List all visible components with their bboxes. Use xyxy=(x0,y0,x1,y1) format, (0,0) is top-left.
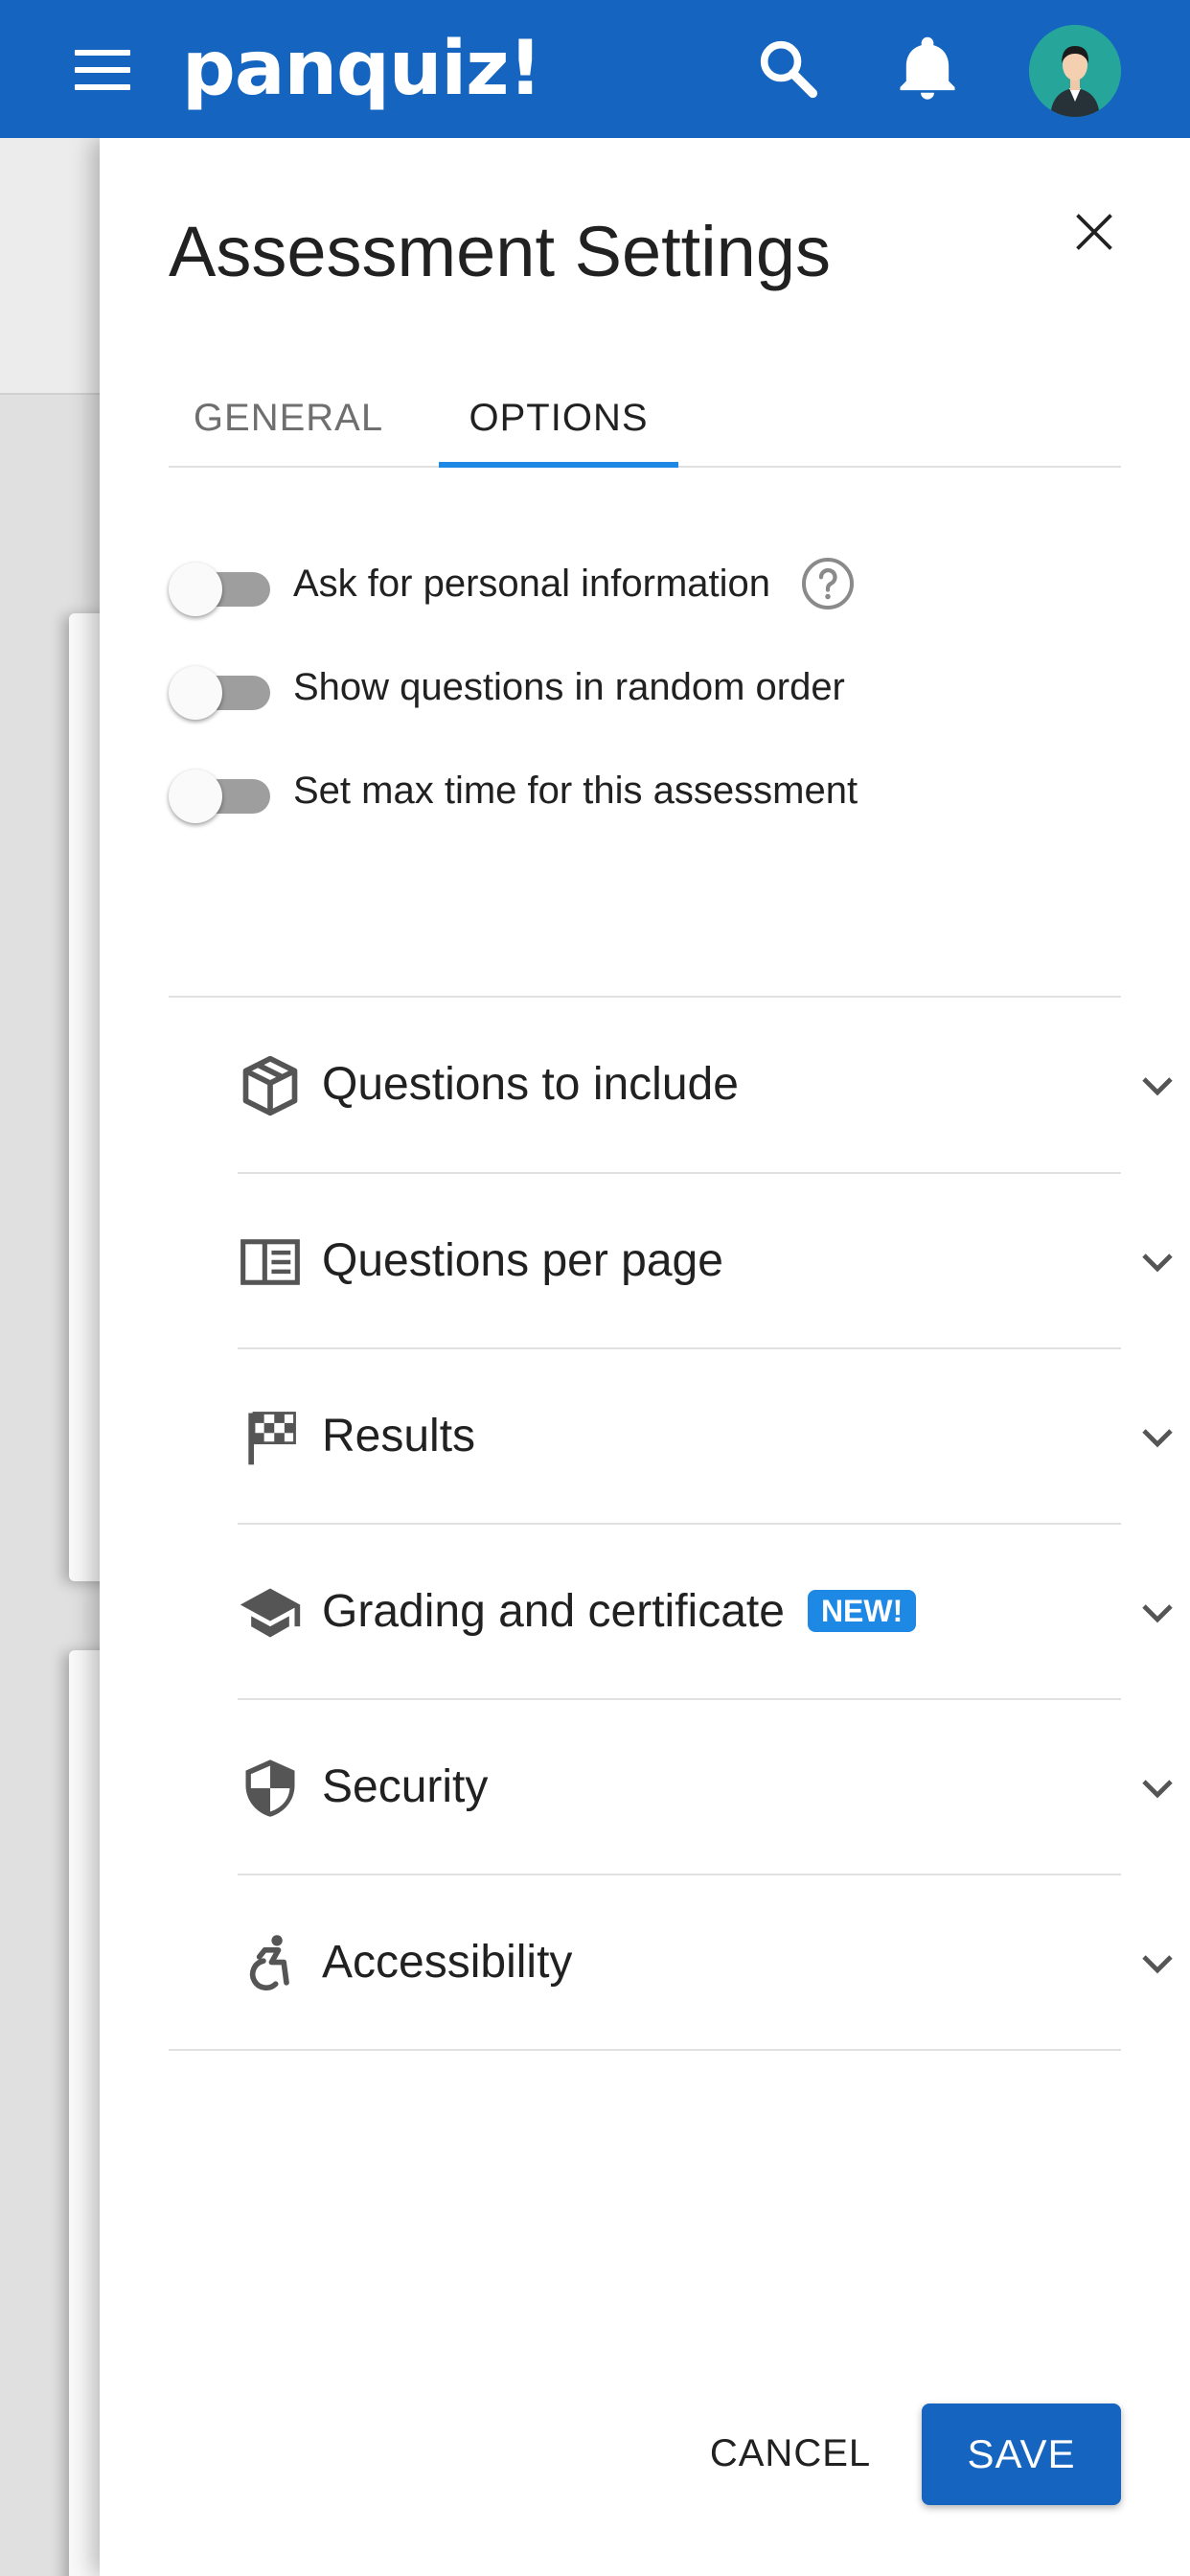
drawer-title: Assessment Settings xyxy=(169,212,831,291)
switch-row-personal-info: Ask for personal information xyxy=(169,545,857,622)
switch-label: Set max time for this assessment xyxy=(293,769,858,812)
save-button[interactable]: SAVE xyxy=(922,2404,1121,2505)
settings-tabs: GENERAL OPTIONS xyxy=(169,368,1121,468)
search-icon[interactable] xyxy=(752,33,825,105)
app-logo[interactable]: panquiz! xyxy=(182,23,542,115)
section-label-text: Grading and certificate xyxy=(322,1585,785,1637)
switch-row-max-time: Set max time for this assessment xyxy=(169,752,858,829)
tab-general[interactable]: GENERAL xyxy=(169,368,408,468)
accessibility-icon xyxy=(249,1935,289,1990)
chevron-down-icon[interactable] xyxy=(1134,1940,1180,1986)
switch-label: Show questions in random order xyxy=(293,665,845,708)
section-questions-to-include[interactable]: Questions to include xyxy=(238,997,1173,1171)
page-layout-icon xyxy=(240,1239,300,1285)
max-time-toggle[interactable] xyxy=(169,762,272,823)
section-security[interactable]: Security xyxy=(238,1699,1173,1874)
hamburger-menu-icon[interactable] xyxy=(75,50,130,90)
assessment-settings-drawer: Assessment Settings GENERAL OPTIONS Ask … xyxy=(100,138,1190,2576)
close-icon[interactable] xyxy=(1065,203,1123,261)
section-label: Results xyxy=(322,1410,476,1461)
active-tab-indicator xyxy=(439,462,678,468)
section-label: Questions to include xyxy=(322,1058,739,1110)
switch-row-random-order: Show questions in random order xyxy=(169,649,845,725)
chevron-down-icon[interactable] xyxy=(1134,1589,1180,1635)
tab-options[interactable]: OPTIONS xyxy=(439,368,678,468)
chevron-down-icon[interactable] xyxy=(1134,1238,1180,1284)
cancel-button[interactable]: CANCEL xyxy=(680,2405,901,2501)
chevron-down-icon[interactable] xyxy=(1134,1764,1180,1810)
new-badge: NEW! xyxy=(807,1590,917,1632)
app-bar: panquiz! xyxy=(0,0,1190,138)
help-icon[interactable] xyxy=(799,555,857,612)
section-results[interactable]: Results xyxy=(238,1348,1173,1523)
personal-info-toggle[interactable] xyxy=(169,555,272,616)
section-label: Accessibility xyxy=(322,1936,573,1988)
user-avatar[interactable] xyxy=(1029,25,1121,117)
section-accessibility[interactable]: Accessibility xyxy=(238,1874,1173,2049)
chevron-down-icon[interactable] xyxy=(1134,1062,1180,1108)
section-label: Questions per page xyxy=(322,1234,723,1286)
graduation-cap-icon xyxy=(240,1588,301,1638)
chevron-down-icon[interactable] xyxy=(1134,1414,1180,1460)
section-questions-per-page[interactable]: Questions per page xyxy=(238,1173,1173,1347)
divider xyxy=(169,2049,1121,2051)
section-label: Grading and certificate NEW! xyxy=(322,1524,917,1698)
section-grading-certificate[interactable]: Grading and certificate NEW! xyxy=(238,1524,1173,1698)
switch-label: Ask for personal information xyxy=(293,562,771,605)
shield-icon xyxy=(245,1760,295,1817)
bell-icon[interactable] xyxy=(891,33,964,105)
random-order-toggle[interactable] xyxy=(169,658,272,720)
cube-icon xyxy=(242,1055,298,1116)
checkered-flag-icon xyxy=(248,1412,296,1465)
section-label: Security xyxy=(322,1760,489,1812)
